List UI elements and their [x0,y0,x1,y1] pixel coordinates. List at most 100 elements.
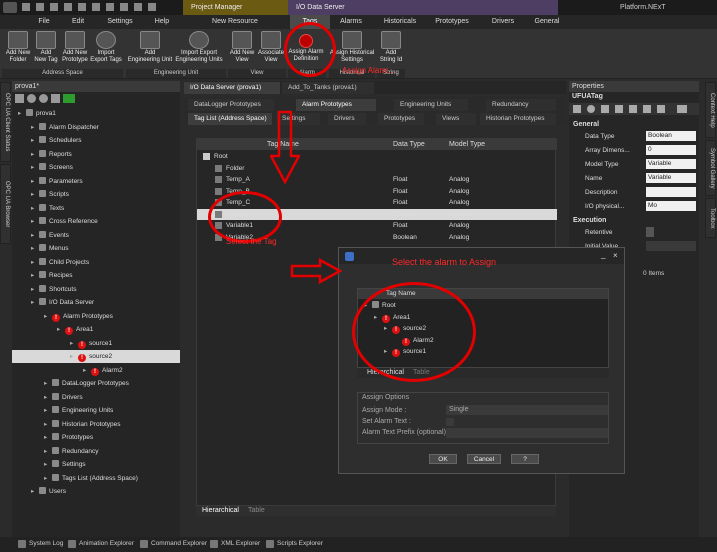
status-icon[interactable] [63,94,75,103]
add-new-folder-button[interactable]: Add New Folder [3,31,33,64]
tree-item[interactable]: ▸ Texts [31,202,64,215]
menu-alarms[interactable]: Alarms [334,15,368,29]
tree-item[interactable]: ▸ Child Projects [31,256,89,269]
tree-item[interactable]: ▸ Menus [31,242,69,255]
tree-item[interactable]: ▸ I/O Data Server [31,296,94,309]
import-export-engineering-units-button[interactable]: Import Export Engineering Units [173,31,225,64]
tab-historian-prototypes[interactable]: Historian Prototypes [480,113,556,125]
tree-item[interactable]: ▸ Cross Reference [31,215,98,228]
doc-tab-add-to-tanks[interactable]: Add_To_Tanks (prova1) [282,82,374,94]
help-button[interactable]: ? [511,454,539,464]
expand-toggle-icon[interactable]: ▸ [31,121,37,134]
expand-toggle-icon[interactable]: ▸ [70,350,76,363]
assign-mode-select[interactable]: Single [446,405,608,415]
tree-item[interactable]: ▸ Parameters [31,175,83,188]
save-icon[interactable] [50,3,58,11]
tree-item[interactable]: ▸ Drivers [44,391,83,404]
prop-description-value[interactable] [646,187,696,197]
expand-toggle-icon[interactable]: ▸ [31,134,37,147]
tab-alarm-prototypes[interactable]: Alarm Prototypes [296,99,376,111]
tree-item[interactable]: ▸ Events [31,229,69,242]
set-alarm-text-checkbox[interactable] [446,418,454,426]
new-icon[interactable] [22,3,30,11]
expand-toggle-icon[interactable]: ▸ [44,472,50,485]
expand-toggle-icon[interactable]: ▸ [44,445,50,458]
add-engineering-unit-button[interactable]: Add Engineering Unit [127,31,173,64]
tree-item[interactable]: ▸ Prototypes [44,431,93,444]
expand-toggle-icon[interactable]: ▸ [31,256,37,269]
tree-item[interactable]: ▸ prova1 [18,107,56,120]
tree-item[interactable]: ▸ Alarm Dispatcher [31,121,99,134]
expand-toggle-icon[interactable]: ▸ [31,188,37,201]
add-new-prototype-button[interactable]: Add New Prototype [59,31,91,64]
copy-icon[interactable] [120,3,128,11]
expand-toggle-icon[interactable]: ▸ [31,215,37,228]
check-icon[interactable] [573,105,581,113]
alarm-text-prefix-input[interactable] [446,428,608,438]
tab-drivers[interactable]: Drivers [328,113,366,125]
col-model-type[interactable]: Model Type [449,139,485,150]
context-tab-project-manager[interactable]: Project Manager [183,0,288,15]
menu-help[interactable]: Help [150,15,174,29]
expand-toggle-icon[interactable]: ▸ [44,404,50,417]
menu-drivers[interactable]: Drivers [486,15,520,29]
properties-icon[interactable] [51,94,60,103]
redo-icon[interactable] [92,3,100,11]
undo-icon[interactable] [78,3,86,11]
prop-retentive-checkbox[interactable] [646,227,654,237]
status-scripts-explorer[interactable]: Scripts Explorer [264,539,323,549]
tree-item[interactable]: ▸ Engineering Units [44,404,113,417]
expand-toggle-icon[interactable]: ▸ [44,418,50,431]
status-animation-explorer[interactable]: Animation Explorer [66,539,134,549]
tree-item[interactable]: ▸ Scripts [31,188,69,201]
sort-icon[interactable] [657,105,665,113]
tab-prototypes[interactable]: Prototypes [378,113,424,125]
menu-file[interactable]: File [32,15,56,29]
vtab-opc-ua-client-status[interactable]: OPC UA Client Status [0,82,11,162]
tree-item[interactable]: ▸ Settings [44,458,86,471]
add-new-view-button[interactable]: Add New View [228,31,256,64]
lightning-icon[interactable] [615,105,623,113]
save-all-icon[interactable] [64,3,72,11]
tree-item[interactable]: ▸! Alarm Prototypes [44,310,113,323]
tab-redundancy[interactable]: Redundancy [486,99,556,111]
tab-datalogger-prototypes[interactable]: DataLogger Prototypes [188,99,274,111]
tree-item[interactable]: ▸ DataLogger Prototypes [44,377,129,390]
expand-toggle-icon[interactable]: ▸ [70,337,76,350]
expand-toggle-icon[interactable]: ▸ [31,148,37,161]
paste-icon[interactable] [134,3,142,11]
add-string-id-button[interactable]: Add String Id [377,31,405,64]
open-icon[interactable] [36,3,44,11]
menu-new-resource[interactable]: New Resource [206,15,264,29]
prop-model-type-value[interactable]: Variable [646,159,696,169]
run-icon[interactable] [148,3,156,11]
next-icon[interactable] [677,105,687,113]
context-tab-io-data-server[interactable]: I/O Data Server [288,0,558,15]
stop-icon[interactable] [27,94,36,103]
table-row[interactable]: Root [197,151,557,162]
expand-toggle-icon[interactable]: ▸ [44,458,50,471]
bottom-tab-table[interactable]: Table [248,506,265,516]
vtab-context-help[interactable]: Context Help [705,82,716,138]
table-row[interactable]: Folder [197,163,557,174]
expand-toggle-icon[interactable]: ▸ [18,107,24,120]
delete-icon[interactable] [39,94,48,103]
expand-toggle-icon[interactable]: ▸ [31,202,37,215]
table-row[interactable]: Temp_A Float Analog [197,174,557,185]
expand-toggle-icon[interactable]: ▸ [31,296,37,309]
vtab-toolbox[interactable]: Toolbox [705,198,716,238]
status-system-log[interactable]: System Log [16,539,63,549]
menu-settings[interactable]: Settings [104,15,136,29]
cancel-button[interactable]: Cancel [467,454,501,464]
add-new-tag-button[interactable]: Add New Tag [32,31,60,64]
quick-access-toolbar[interactable] [22,3,172,12]
tree-item[interactable]: ▸ Tags List (Address Space) [44,472,138,485]
tree-item[interactable]: ▸ Historian Prototypes [44,418,121,431]
refresh-icon[interactable] [15,94,24,103]
tree-item[interactable]: ▸! source1 [70,337,112,350]
prop-array-dimension-value[interactable]: 0 [646,145,696,155]
ok-button[interactable]: OK [429,454,457,464]
star-icon[interactable] [643,105,651,113]
menu-general[interactable]: General [532,15,562,29]
minimize-icon[interactable]: _ [601,250,605,259]
